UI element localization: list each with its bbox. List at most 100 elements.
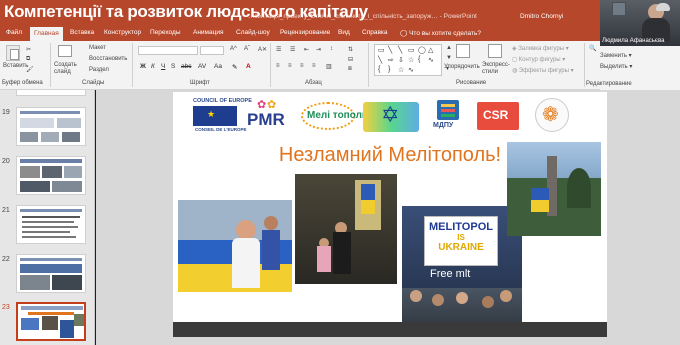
thumbnail-partial[interactable]	[16, 90, 86, 96]
rectangle-shape-icon[interactable]: ▭	[378, 46, 385, 54]
line-spacing-icon[interactable]: ↕	[330, 46, 333, 52]
star-shape-icon[interactable]: ☆	[408, 56, 414, 64]
line-shape-icon[interactable]: ╲	[378, 56, 382, 64]
brace-shape-icon[interactable]: }	[388, 66, 390, 73]
tab-help[interactable]: Справка	[362, 29, 388, 36]
current-slide[interactable]: COUNCIL OF EUROPE ★ CONSEIL DE L'EUROPE …	[173, 92, 607, 337]
slide-number: 22	[2, 256, 10, 263]
tab-insert[interactable]: Вставка	[70, 29, 94, 36]
smartart-icon[interactable]: ⧈	[348, 66, 352, 73]
align-right-icon[interactable]: ≡	[300, 63, 304, 69]
triangle-shape-icon[interactable]: △	[428, 46, 433, 54]
slide-thumbnail[interactable]	[16, 254, 86, 293]
columns-icon[interactable]: ▥	[326, 63, 332, 70]
text-direction-icon[interactable]: ⇅	[348, 46, 353, 53]
format-painter-icon[interactable]: 🖌	[26, 66, 34, 73]
tab-design[interactable]: Конструктор	[104, 29, 141, 36]
tab-review[interactable]: Рецензирование	[280, 29, 330, 36]
line-shape-icon[interactable]: ╲	[398, 46, 402, 54]
melitopol-logo: Мелі тополь	[301, 98, 368, 134]
justify-icon[interactable]: ≡	[312, 63, 316, 69]
rally-placard: MELITOPOL IS UKRAINE	[424, 216, 498, 266]
brace-shape-icon[interactable]: {	[378, 66, 380, 73]
change-case-button[interactable]: Aa	[214, 63, 222, 70]
italic-button[interactable]: К	[151, 63, 155, 70]
cut-icon[interactable]: ✂	[26, 46, 31, 53]
bullets-icon[interactable]: ☰	[276, 46, 281, 53]
section-button[interactable]: Раздел	[89, 67, 109, 73]
tab-file[interactable]: Файл	[6, 29, 22, 36]
group-font: Шрифт	[190, 80, 210, 86]
new-slide-icon[interactable]	[58, 45, 72, 57]
strikethrough-button[interactable]: abc	[181, 63, 191, 70]
gallery-scroll-down-icon[interactable]: ▼	[446, 55, 452, 61]
quick-styles-button[interactable]: Экспресс-стили	[482, 62, 510, 76]
align-center-icon[interactable]: ≡	[288, 63, 292, 69]
font-grow-icon[interactable]: A^	[230, 46, 237, 52]
paste-button[interactable]: Вставить	[3, 63, 28, 69]
find-icon[interactable]: 🔍	[589, 45, 596, 52]
underline-button[interactable]: Ч	[161, 63, 165, 70]
shape-fill-button[interactable]: ◈ Заливка фигуры ▾	[512, 45, 569, 52]
font-size-select[interactable]	[200, 46, 224, 55]
increase-indent-icon[interactable]: ⇥	[316, 46, 321, 53]
line-shape-icon[interactable]: ╲	[388, 46, 392, 54]
char-spacing-button[interactable]: AV	[198, 63, 206, 70]
rectangle-shape-icon[interactable]: ▭	[408, 46, 415, 54]
shape-effects-button[interactable]: ◍ Эффекты фигуры ▾	[512, 67, 574, 74]
slide-thumbnail-current[interactable]	[16, 302, 86, 341]
reset-button[interactable]: Восстановить	[89, 56, 127, 62]
photo-mother-and-child[interactable]	[295, 174, 397, 284]
paste-icon[interactable]	[6, 45, 20, 61]
flower-icon: ❁	[542, 104, 559, 126]
photo-rally-sign[interactable]: MELITOPOL IS UKRAINE Free mlt	[402, 206, 522, 334]
font-color-icon[interactable]: A	[246, 63, 251, 70]
photo-caption: Free mlt	[430, 268, 471, 280]
star-shape-icon[interactable]: ☆	[398, 66, 404, 74]
tell-me-search[interactable]: ◯ Что вы хотите сделать?	[400, 29, 481, 37]
tab-transitions[interactable]: Переходы	[150, 29, 181, 36]
participant-hair	[656, 3, 670, 11]
tab-animations[interactable]: Анимация	[193, 29, 224, 36]
arrow-shape-icon[interactable]: ⇨	[388, 56, 394, 64]
select-button[interactable]: Выделить ▾	[600, 63, 632, 70]
photo-girl-with-flag[interactable]	[178, 200, 292, 292]
font-name-select[interactable]	[138, 46, 198, 55]
new-slide-button[interactable]: Создать слайд	[54, 62, 80, 76]
copy-icon[interactable]: ⧉	[26, 56, 30, 63]
shape-outline-button[interactable]: ◻ Контур фигуры ▾	[512, 56, 565, 63]
shadow-button[interactable]: S	[171, 63, 175, 70]
slide-thumbnail[interactable]	[16, 107, 86, 146]
group-slides: Слайды	[82, 80, 105, 86]
brace-shape-icon[interactable]: {	[418, 56, 420, 63]
replace-button[interactable]: Заменить ▾	[600, 52, 632, 59]
arrange-icon[interactable]	[456, 44, 470, 58]
signed-in-user[interactable]: Dmitro Chornyi	[520, 13, 563, 20]
divider	[270, 43, 271, 87]
gallery-scroll-up-icon[interactable]: ▲	[446, 45, 452, 51]
oval-shape-icon[interactable]: ◯	[418, 46, 426, 54]
font-shrink-icon[interactable]: Aˇ	[244, 46, 250, 52]
quick-styles-icon[interactable]	[488, 44, 502, 58]
bold-button[interactable]: Ж	[140, 63, 146, 70]
arrow-shape-icon[interactable]: ⇩	[398, 56, 404, 64]
layout-button[interactable]: Макет	[89, 45, 106, 51]
clear-format-icon[interactable]: A✕	[258, 46, 267, 53]
tab-view[interactable]: Вид	[338, 29, 350, 36]
decrease-indent-icon[interactable]: ⇤	[304, 46, 309, 53]
arrange-button[interactable]: Упорядочить	[444, 64, 480, 70]
align-text-icon[interactable]: ⊟	[348, 56, 353, 63]
slide-thumbnail[interactable]	[16, 156, 86, 195]
shapes-gallery[interactable]: ▭ ╲ ╲ ▭ ◯ △ ╲ ⇨ ⇩ ☆ { ∿ { } ☆ ∿	[374, 44, 442, 76]
slide-thumbnail[interactable]	[16, 205, 86, 244]
curve-shape-icon[interactable]: ∿	[408, 66, 414, 74]
align-left-icon[interactable]: ≡	[276, 63, 280, 69]
circle-emblem-logo: ❁	[533, 98, 571, 134]
numbering-icon[interactable]: ☰	[290, 46, 295, 53]
tab-home[interactable]: Главная	[30, 27, 63, 41]
curve-shape-icon[interactable]: ∿	[428, 56, 434, 64]
highlight-icon[interactable]: ✎	[232, 63, 237, 71]
tab-slideshow[interactable]: Слайд-шоу	[236, 29, 270, 36]
photo-memorial[interactable]	[507, 142, 601, 236]
group-paragraph: Абзац	[305, 80, 322, 86]
